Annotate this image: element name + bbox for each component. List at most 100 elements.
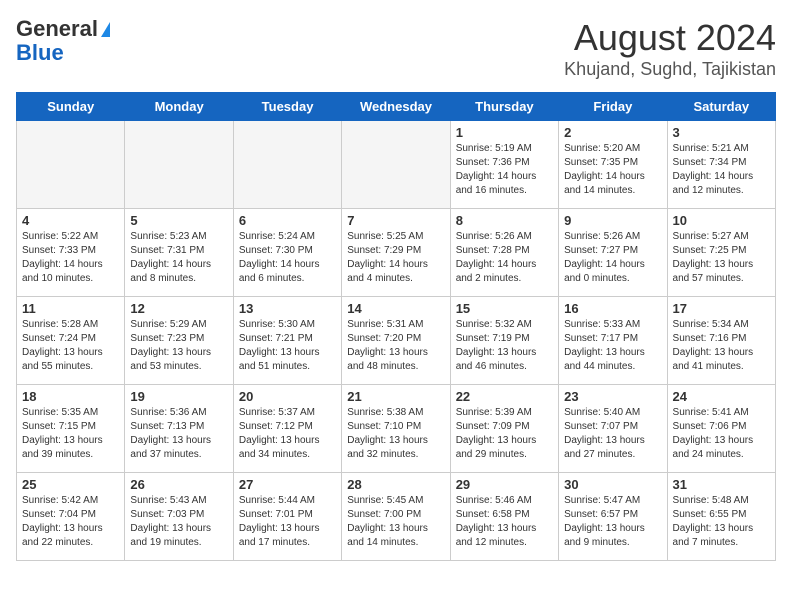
day-number: 28: [347, 477, 444, 492]
calendar-cell: 8Sunrise: 5:26 AM Sunset: 7:28 PM Daylig…: [450, 209, 558, 297]
day-info: Sunrise: 5:38 AM Sunset: 7:10 PM Dayligh…: [347, 406, 444, 462]
day-number: 15: [456, 301, 553, 316]
day-number: 7: [347, 213, 444, 228]
day-number: 22: [456, 389, 553, 404]
day-number: 2: [564, 125, 661, 140]
day-number: 19: [130, 389, 227, 404]
day-info: Sunrise: 5:37 AM Sunset: 7:12 PM Dayligh…: [239, 406, 336, 462]
calendar-cell: 14Sunrise: 5:31 AM Sunset: 7:20 PM Dayli…: [342, 297, 450, 385]
calendar-cell: 4 Sunrise: 5:22 AM Sunset: 7:33 PM Daylig…: [17, 209, 125, 297]
calendar-body: 1Sunrise: 5:19 AM Sunset: 7:36 PM Daylig…: [17, 121, 776, 561]
day-info: Sunrise: 5:31 AM Sunset: 7:20 PM Dayligh…: [347, 318, 444, 374]
calendar-cell: 1Sunrise: 5:19 AM Sunset: 7:36 PM Daylig…: [450, 121, 558, 209]
day-info: Sunrise: 5:41 AM Sunset: 7:06 PM Dayligh…: [673, 406, 770, 462]
day-number: 1: [456, 125, 553, 140]
calendar-cell: 11 Sunrise: 5:28 AM Sunset: 7:24 PM Dayli…: [17, 297, 125, 385]
calendar-cell: 26 Sunrise: 5:43 AM Sunset: 7:03 PM Dayli…: [125, 473, 233, 561]
header: General Blue August 2024 Khujand, Sughd,…: [16, 16, 776, 80]
day-info: Sunrise: 5:20 AM Sunset: 7:35 PM Dayligh…: [564, 142, 661, 198]
calendar-cell: 23Sunrise: 5:40 AM Sunset: 7:07 PM Dayli…: [559, 385, 667, 473]
calendar-cell: 27 Sunrise: 5:44 AM Sunset: 7:01 PM Dayli…: [233, 473, 341, 561]
day-info: Sunrise: 5:22 AM Sunset: 7:33 PM Dayligh…: [22, 230, 119, 286]
logo: General Blue: [16, 16, 110, 66]
day-number: 18: [22, 389, 119, 404]
calendar-cell: 16 Sunrise: 5:33 AM Sunset: 7:17 PM Dayli…: [559, 297, 667, 385]
day-number: 25: [22, 477, 119, 492]
title-area: August 2024 Khujand, Sughd, Tajikistan: [564, 16, 776, 80]
day-number: 11: [22, 301, 119, 316]
week-row-2: 4 Sunrise: 5:22 AM Sunset: 7:33 PM Daylig…: [17, 209, 776, 297]
calendar-cell: 31Sunrise: 5:48 AM Sunset: 6:55 PM Dayli…: [667, 473, 775, 561]
day-info: Sunrise: 5:35 AM Sunset: 7:15 PM Dayligh…: [22, 406, 119, 462]
calendar-cell: 12 Sunrise: 5:29 AM Sunset: 7:23 PM Dayli…: [125, 297, 233, 385]
calendar-cell: 19 Sunrise: 5:36 AM Sunset: 7:13 PM Dayli…: [125, 385, 233, 473]
day-number: 26: [130, 477, 227, 492]
logo-blue: Blue: [16, 40, 64, 66]
day-number: 3: [673, 125, 770, 140]
calendar-header: SundayMondayTuesdayWednesdayThursdayFrid…: [17, 93, 776, 121]
month-title: August 2024: [564, 16, 776, 59]
day-info: Sunrise: 5:33 AM Sunset: 7:17 PM Dayligh…: [564, 318, 661, 374]
day-number: 10: [673, 213, 770, 228]
week-row-3: 11 Sunrise: 5:28 AM Sunset: 7:24 PM Dayli…: [17, 297, 776, 385]
week-row-4: 18 Sunrise: 5:35 AM Sunset: 7:15 PM Dayli…: [17, 385, 776, 473]
day-number: 16: [564, 301, 661, 316]
day-info: Sunrise: 5:39 AM Sunset: 7:09 PM Dayligh…: [456, 406, 553, 462]
calendar-cell: 7 Sunrise: 5:25 AM Sunset: 7:29 PM Daylig…: [342, 209, 450, 297]
day-number: 27: [239, 477, 336, 492]
day-info: Sunrise: 5:27 AM Sunset: 7:25 PM Dayligh…: [673, 230, 770, 286]
day-number: 30: [564, 477, 661, 492]
day-info: Sunrise: 5:36 AM Sunset: 7:13 PM Dayligh…: [130, 406, 227, 462]
calendar-cell: 21Sunrise: 5:38 AM Sunset: 7:10 PM Dayli…: [342, 385, 450, 473]
header-day-wednesday: Wednesday: [342, 93, 450, 121]
day-info: Sunrise: 5:42 AM Sunset: 7:04 PM Dayligh…: [22, 494, 119, 550]
calendar-cell: 18 Sunrise: 5:35 AM Sunset: 7:15 PM Dayli…: [17, 385, 125, 473]
header-day-friday: Friday: [559, 93, 667, 121]
day-info: Sunrise: 5:44 AM Sunset: 7:01 PM Dayligh…: [239, 494, 336, 550]
header-day-monday: Monday: [125, 93, 233, 121]
calendar-cell: [125, 121, 233, 209]
location-title: Khujand, Sughd, Tajikistan: [564, 59, 776, 80]
header-day-sunday: Sunday: [17, 93, 125, 121]
header-day-tuesday: Tuesday: [233, 93, 341, 121]
day-info: Sunrise: 5:26 AM Sunset: 7:27 PM Dayligh…: [564, 230, 661, 286]
day-number: 17: [673, 301, 770, 316]
logo-triangle-icon: [101, 22, 110, 37]
day-info: Sunrise: 5:29 AM Sunset: 7:23 PM Dayligh…: [130, 318, 227, 374]
day-number: 12: [130, 301, 227, 316]
day-number: 23: [564, 389, 661, 404]
calendar-cell: 6Sunrise: 5:24 AM Sunset: 7:30 PM Daylig…: [233, 209, 341, 297]
calendar-cell: 9 Sunrise: 5:26 AM Sunset: 7:27 PM Daylig…: [559, 209, 667, 297]
calendar-cell: 30 Sunrise: 5:47 AM Sunset: 6:57 PM Dayli…: [559, 473, 667, 561]
day-info: Sunrise: 5:46 AM Sunset: 6:58 PM Dayligh…: [456, 494, 553, 550]
calendar-table: SundayMondayTuesdayWednesdayThursdayFrid…: [16, 92, 776, 561]
day-info: Sunrise: 5:34 AM Sunset: 7:16 PM Dayligh…: [673, 318, 770, 374]
day-info: Sunrise: 5:28 AM Sunset: 7:24 PM Dayligh…: [22, 318, 119, 374]
calendar-cell: 25 Sunrise: 5:42 AM Sunset: 7:04 PM Dayli…: [17, 473, 125, 561]
day-info: Sunrise: 5:43 AM Sunset: 7:03 PM Dayligh…: [130, 494, 227, 550]
day-info: Sunrise: 5:32 AM Sunset: 7:19 PM Dayligh…: [456, 318, 553, 374]
calendar-cell: 22 Sunrise: 5:39 AM Sunset: 7:09 PM Dayli…: [450, 385, 558, 473]
calendar-cell: [233, 121, 341, 209]
day-number: 31: [673, 477, 770, 492]
header-day-thursday: Thursday: [450, 93, 558, 121]
week-row-1: 1Sunrise: 5:19 AM Sunset: 7:36 PM Daylig…: [17, 121, 776, 209]
calendar-cell: 13Sunrise: 5:30 AM Sunset: 7:21 PM Dayli…: [233, 297, 341, 385]
week-row-5: 25 Sunrise: 5:42 AM Sunset: 7:04 PM Dayli…: [17, 473, 776, 561]
day-number: 8: [456, 213, 553, 228]
calendar-cell: 3Sunrise: 5:21 AM Sunset: 7:34 PM Daylig…: [667, 121, 775, 209]
calendar-cell: [17, 121, 125, 209]
day-info: Sunrise: 5:47 AM Sunset: 6:57 PM Dayligh…: [564, 494, 661, 550]
calendar-cell: 28 Sunrise: 5:45 AM Sunset: 7:00 PM Dayli…: [342, 473, 450, 561]
day-info: Sunrise: 5:45 AM Sunset: 7:00 PM Dayligh…: [347, 494, 444, 550]
day-number: 9: [564, 213, 661, 228]
calendar-cell: 29Sunrise: 5:46 AM Sunset: 6:58 PM Dayli…: [450, 473, 558, 561]
day-number: 4: [22, 213, 119, 228]
calendar-cell: 15 Sunrise: 5:32 AM Sunset: 7:19 PM Dayli…: [450, 297, 558, 385]
day-info: Sunrise: 5:25 AM Sunset: 7:29 PM Dayligh…: [347, 230, 444, 286]
day-number: 13: [239, 301, 336, 316]
calendar-cell: 10 Sunrise: 5:27 AM Sunset: 7:25 PM Dayli…: [667, 209, 775, 297]
header-row: SundayMondayTuesdayWednesdayThursdayFrid…: [17, 93, 776, 121]
day-number: 6: [239, 213, 336, 228]
calendar-cell: 20Sunrise: 5:37 AM Sunset: 7:12 PM Dayli…: [233, 385, 341, 473]
